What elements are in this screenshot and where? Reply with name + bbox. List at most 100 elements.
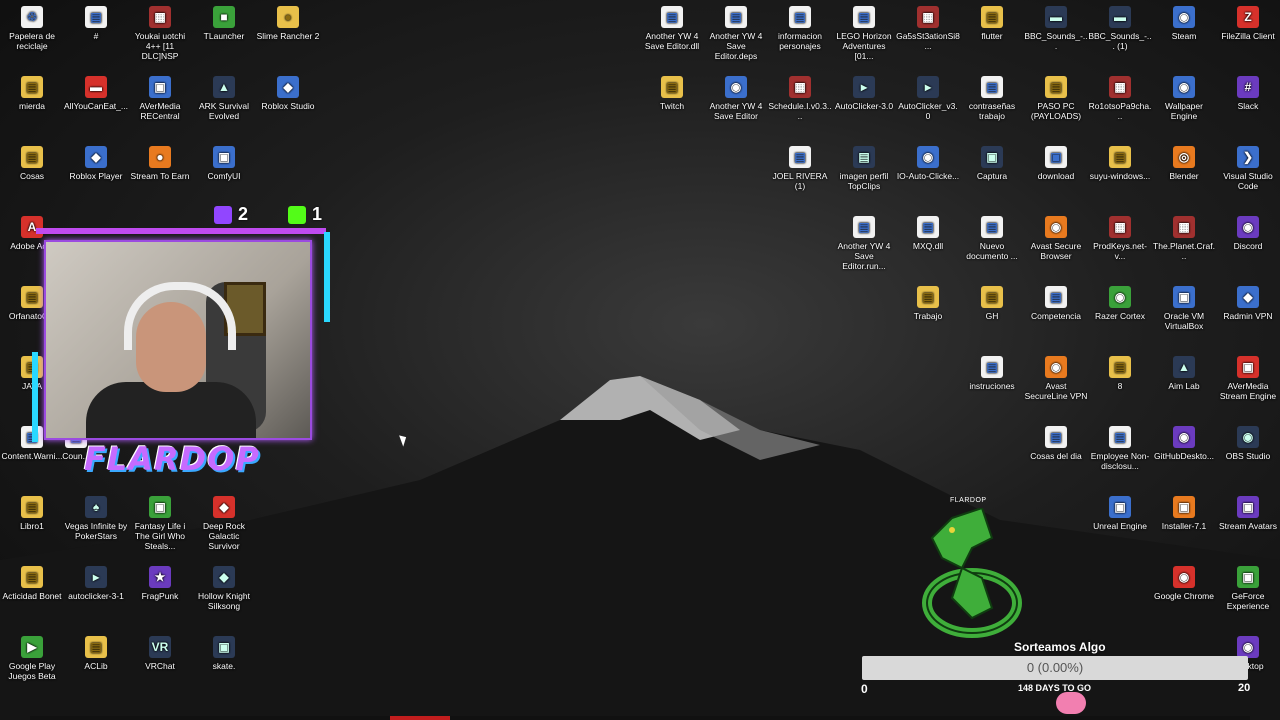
- desktop-icon-label: #: [93, 31, 99, 41]
- image-icon: ▣: [1045, 146, 1067, 168]
- desktop-icon-right-29[interactable]: ▤ MXQ.dll: [896, 212, 960, 251]
- desktop-icon-right-43[interactable]: ▤ 8: [1088, 352, 1152, 391]
- desktop-icon-right-0[interactable]: ▤ Another YW 4 Save Editor.dll: [640, 2, 704, 51]
- desktop-icon-right-40[interactable]: ◆ Radmin VPN: [1216, 282, 1280, 321]
- webcam-frame-top: [36, 228, 326, 234]
- winrar-icon: ▦: [1173, 216, 1195, 238]
- desktop-icon-right-8[interactable]: ◉ Steam: [1152, 2, 1216, 41]
- folder-icon: ▤: [1109, 146, 1131, 168]
- desktop-icon-left-1[interactable]: ▤ #: [64, 2, 128, 41]
- desktop-icon-left-2[interactable]: ▦ Youkai uotchi 4++ [11 DLC]NSP: [128, 2, 192, 61]
- desktop-icon-label: The.Planet.Craf...: [1153, 241, 1215, 261]
- razer-cortex-icon: ◉: [1109, 286, 1131, 308]
- desktop-icon-right-41[interactable]: ▤ instruciones: [960, 352, 1024, 391]
- desktop-icon-right-22[interactable]: ◉ IO-Auto-Clicke...: [896, 142, 960, 181]
- desktop-icon-left-24[interactable]: ★ FragPunk: [128, 562, 192, 601]
- desktop-icon-right-20[interactable]: ▤ JOEL RIVERA (1): [768, 142, 832, 191]
- desktop-icon-right-44[interactable]: ▲ Aim Lab: [1152, 352, 1216, 391]
- desktop-icon-right-15[interactable]: ▤ contraseñas trabajo: [960, 72, 1024, 121]
- desktop-icon-right-33[interactable]: ▦ The.Planet.Craf...: [1152, 212, 1216, 261]
- desktop-icon-left-23[interactable]: ▸ autoclicker-3-1: [64, 562, 128, 601]
- image-icon: ▤: [853, 146, 875, 168]
- desktop-icon-right-47[interactable]: ▤ Employee Non-disclosu...: [1088, 422, 1152, 471]
- desktop-icon-label: FileZilla Client: [1221, 31, 1275, 41]
- desktop-icon-left-11[interactable]: ◆ Roblox Player: [64, 142, 128, 181]
- desktop-icon-right-28[interactable]: ▤ Another YW 4 Save Editor.run...: [832, 212, 896, 271]
- desktop-icon-right-39[interactable]: ▣ Oracle VM VirtualBox: [1152, 282, 1216, 331]
- desktop-icon-right-54[interactable]: ▣ GeForce Experience: [1216, 562, 1280, 611]
- roblox-studio-icon: ◆: [277, 76, 299, 98]
- desktop-icon-right-4[interactable]: ▦ Ga5sSt3ationSi8...: [896, 2, 960, 51]
- desktop-icon-left-18[interactable]: ▤ Libro1: [0, 492, 64, 531]
- desktop-icon-right-46[interactable]: ▤ Cosas del dia: [1024, 422, 1088, 461]
- desktop-icon-right-32[interactable]: ▦ ProdKeys.net-v...: [1088, 212, 1152, 261]
- desktop-icon-right-37[interactable]: ▤ Competencia: [1024, 282, 1088, 321]
- desktop-icon-right-36[interactable]: ▤ GH: [960, 282, 1024, 321]
- desktop-icon-right-17[interactable]: ▦ Ro1otsoPa9cha...: [1088, 72, 1152, 121]
- desktop-icon-left-10[interactable]: ▤ Cosas: [0, 142, 64, 181]
- desktop-icon-left-26[interactable]: ▶ Google Play Juegos Beta: [0, 632, 64, 681]
- goal-progress-text: 0 (0.00%): [1026, 660, 1084, 675]
- desktop-icon-right-10[interactable]: ▤ Twitch: [640, 72, 704, 111]
- desktop-icon-right-31[interactable]: ◉ Avast Secure Browser: [1024, 212, 1088, 261]
- desktop-icon-right-26[interactable]: ◎ Blender: [1152, 142, 1216, 181]
- desktop-icon-right-30[interactable]: ▤ Nuevo documento ...: [960, 212, 1024, 261]
- desktop-icon-right-45[interactable]: ▣ AVerMedia Stream Engine: [1216, 352, 1280, 401]
- desktop-icon-right-25[interactable]: ▤ suyu-windows...: [1088, 142, 1152, 181]
- desktop-icon-right-38[interactable]: ◉ Razer Cortex: [1088, 282, 1152, 321]
- desktop-icon-left-25[interactable]: ◆ Hollow Knight Silksong: [192, 562, 256, 611]
- desktop-icon-right-2[interactable]: ▤ informacion personajes: [768, 2, 832, 51]
- desktop-icon-left-12[interactable]: ● Stream To Earn: [128, 142, 192, 181]
- desktop-icon-right-49[interactable]: ◉ OBS Studio: [1216, 422, 1280, 461]
- desktop-icon-label: download: [1037, 171, 1075, 181]
- desktop-icon-left-9[interactable]: ◆ Roblox Studio: [256, 72, 320, 111]
- desktop-icon-right-6[interactable]: ▬ BBC_Sounds_-...: [1024, 2, 1088, 51]
- avast-browser-icon: ◉: [1045, 216, 1067, 238]
- desktop-icon-left-20[interactable]: ▣ Fantasy Life i The Girl Who Steals...: [128, 492, 192, 551]
- desktop-icon-left-0[interactable]: ♲ Papelera de reciclaje: [0, 2, 64, 51]
- desktop-icon-label: OBS Studio: [1225, 451, 1271, 461]
- desktop-icon-right-1[interactable]: ▤ Another YW 4 Save Editor.deps: [704, 2, 768, 61]
- desktop-icon-right-50[interactable]: ▣ Unreal Engine: [1088, 492, 1152, 531]
- desktop-icon-right-5[interactable]: ▤ flutter: [960, 2, 1024, 41]
- desktop-icon-right-24[interactable]: ▣ download: [1024, 142, 1088, 181]
- desktop-icon-left-3[interactable]: ■ TLauncher: [192, 2, 256, 41]
- desktop-icon-left-27[interactable]: ▤ ACLib: [64, 632, 128, 671]
- desktop-icon-right-3[interactable]: ▤ LEGO Horizon Adventures [01...: [832, 2, 896, 61]
- desktop-icon-left-4[interactable]: ● Slime Rancher 2: [256, 2, 320, 41]
- desktop-icon-right-52[interactable]: ▣ Stream Avatars: [1216, 492, 1280, 531]
- desktop-icon-right-18[interactable]: ◉ Wallpaper Engine: [1152, 72, 1216, 121]
- desktop-icon-right-48[interactable]: ◉ GitHubDeskto...: [1152, 422, 1216, 461]
- desktop-icon-right-42[interactable]: ◉ Avast SecureLine VPN: [1024, 352, 1088, 401]
- desktop-icon-right-35[interactable]: ▤ Trabajo: [896, 282, 960, 321]
- desktop-icon-right-11[interactable]: ◉ Another YW 4 Save Editor: [704, 72, 768, 121]
- desktop-icon-left-29[interactable]: ▣ skate.: [192, 632, 256, 671]
- aim-lab-icon: ▲: [1173, 356, 1195, 378]
- twitch-viewer-count: 2: [238, 204, 249, 224]
- desktop-icon-label: Unreal Engine: [1093, 521, 1147, 531]
- desktop-icon-right-13[interactable]: ▸ AutoClicker-3.0: [832, 72, 896, 111]
- desktop-icon-left-5[interactable]: ▤ mierda: [0, 72, 64, 111]
- desktop-icon-right-53[interactable]: ◉ Google Chrome: [1152, 562, 1216, 601]
- desktop-icon-right-7[interactable]: ▬ BBC_Sounds_-... (1): [1088, 2, 1152, 51]
- desktop-icon-right-9[interactable]: Z FileZilla Client: [1216, 2, 1280, 41]
- desktop-icon-left-7[interactable]: ▣ AVerMedia RECentral: [128, 72, 192, 121]
- desktop-icon-right-14[interactable]: ▸ AutoClicker_v3.0: [896, 72, 960, 121]
- desktop-icon-right-12[interactable]: ▦ Schedule.I.v0.3....: [768, 72, 832, 121]
- desktop-icon-right-19[interactable]: # Slack: [1216, 72, 1280, 111]
- folder-icon: ▤: [917, 286, 939, 308]
- desktop-icon-left-28[interactable]: VR VRChat: [128, 632, 192, 671]
- desktop-icon-left-22[interactable]: ▤ Acticidad Bonet: [0, 562, 64, 601]
- desktop-icon-left-19[interactable]: ♠ Vegas Infinite by PokerStars: [64, 492, 128, 541]
- desktop-icon-right-27[interactable]: ❯ Visual Studio Code: [1216, 142, 1280, 191]
- desktop-icon-right-21[interactable]: ▤ imagen perfil TopClips: [832, 142, 896, 191]
- desktop-icon-right-23[interactable]: ▣ Captura: [960, 142, 1024, 181]
- desktop-icon-left-6[interactable]: ▬ AllYouCanEat_...: [64, 72, 128, 111]
- desktop-icon-left-21[interactable]: ◆ Deep Rock Galactic Survivor: [192, 492, 256, 551]
- desktop-icon-left-13[interactable]: ▣ ComfyUI: [192, 142, 256, 181]
- desktop-icon-right-34[interactable]: ◉ Discord: [1216, 212, 1280, 251]
- twitch-viewer-badge: 2: [214, 204, 249, 225]
- desktop-icon-right-51[interactable]: ▣ Installer-7.1: [1152, 492, 1216, 531]
- desktop-icon-left-8[interactable]: ▲ ARK Survival Evolved: [192, 72, 256, 121]
- desktop-icon-right-16[interactable]: ▤ PASO PC (PAYLOADS): [1024, 72, 1088, 121]
